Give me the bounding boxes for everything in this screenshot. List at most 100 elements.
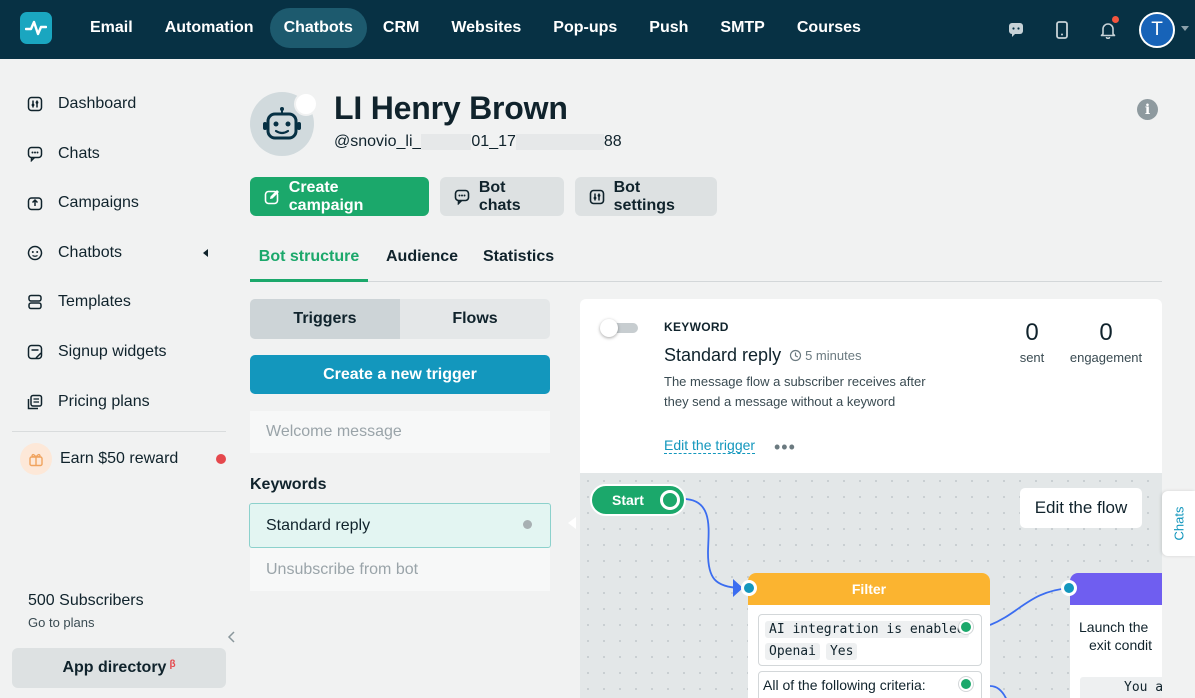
- trigger-details: KEYWORD Standard reply 5 minutes The mes…: [580, 299, 1162, 473]
- bot-handle-part: 01_17: [471, 133, 516, 150]
- info-icon[interactable]: i: [1137, 99, 1158, 120]
- condition-token: Yes: [825, 643, 858, 660]
- sidebar-item-templates[interactable]: Templates: [12, 282, 226, 322]
- nav-popups[interactable]: Pop-ups: [537, 8, 633, 48]
- page-title: LI Henry Brown: [334, 90, 568, 126]
- condition-values: Openai Yes: [765, 643, 858, 660]
- dashboard-icon: [26, 95, 44, 113]
- selection-pointer: [568, 517, 576, 529]
- redacted-block: [515, 134, 604, 150]
- trigger-welcome-message[interactable]: Welcome message: [250, 411, 550, 453]
- condition-token: Openai: [765, 643, 820, 660]
- edit-flow-button[interactable]: Edit the flow: [1020, 488, 1142, 528]
- sidebar-item-label: Dashboard: [58, 95, 137, 112]
- sidebar-divider: [12, 431, 226, 432]
- sidebar: Dashboard Chats Campaigns Chatbots Templ…: [0, 59, 240, 698]
- chat-icon: [453, 188, 471, 206]
- nav-chatbots[interactable]: Chatbots: [269, 8, 367, 48]
- node-text-line: Launch the: [1079, 619, 1149, 635]
- input-port[interactable]: [1061, 580, 1077, 596]
- nav-courses[interactable]: Courses: [781, 8, 877, 48]
- app-logo[interactable]: [20, 12, 52, 44]
- output-port[interactable]: [660, 490, 680, 510]
- bot-handle: @snovio_li_ 01_17 88: [334, 133, 622, 151]
- stat-sent-value: 0: [1025, 319, 1039, 346]
- nav-smtp[interactable]: SMTP: [704, 8, 780, 48]
- notification-dot: [1112, 16, 1119, 23]
- exit-condition-node[interactable]: Launch the exit condit You a: [1070, 573, 1162, 698]
- chat-support-icon[interactable]: [993, 0, 1039, 59]
- keywords-heading: Keywords: [250, 476, 327, 493]
- start-label: Start: [612, 492, 644, 508]
- tab-audience[interactable]: Audience: [386, 232, 458, 282]
- sidebar-item-label: Signup widgets: [58, 343, 167, 360]
- sidebar-item-pricing-plans[interactable]: Pricing plans: [12, 382, 226, 422]
- campaign-icon: [26, 194, 44, 212]
- input-port[interactable]: [741, 580, 757, 596]
- sidebar-item-earn-reward[interactable]: Earn $50 reward: [12, 439, 226, 479]
- collapse-sidebar-icon[interactable]: [226, 630, 238, 644]
- subscribers-count: 500 Subscribers: [28, 592, 144, 609]
- create-campaign-label: Create campaign: [288, 178, 364, 214]
- segment-triggers[interactable]: Triggers: [250, 299, 400, 339]
- sidebar-item-signup-widgets[interactable]: Signup widgets: [12, 332, 226, 372]
- tab-bot-structure[interactable]: Bot structure: [250, 232, 368, 282]
- trigger-standard-reply[interactable]: Standard reply: [249, 503, 551, 548]
- node-text-line: exit condit: [1089, 637, 1153, 653]
- filter-condition: All of the following criteria:: [758, 671, 982, 698]
- collapse-caret-icon[interactable]: [203, 249, 208, 257]
- app-directory-button[interactable]: App directory β: [12, 648, 226, 688]
- create-campaign-button[interactable]: Create campaign: [250, 177, 429, 216]
- bot-chats-label: Bot chats: [478, 178, 521, 214]
- user-avatar[interactable]: T: [1139, 11, 1175, 48]
- output-port[interactable]: [959, 677, 973, 691]
- flow-canvas[interactable]: Start Edit the flow Filter AI integratio…: [580, 473, 1162, 698]
- edit-trigger-link[interactable]: Edit the trigger: [664, 437, 756, 454]
- nav-email[interactable]: Email: [74, 8, 149, 48]
- filter-node[interactable]: Filter AI integration is enabled Openai …: [748, 573, 990, 698]
- start-node[interactable]: Start: [590, 484, 686, 516]
- nav-push[interactable]: Push: [633, 8, 704, 48]
- triggers-flows-switch: Triggers Flows: [250, 299, 550, 339]
- nav-crm[interactable]: CRM: [367, 8, 435, 48]
- trigger-toggle[interactable]: [600, 319, 638, 337]
- trigger-unsubscribe[interactable]: Unsubscribe from bot: [250, 548, 550, 591]
- chats-side-tab[interactable]: Chats: [1162, 491, 1195, 556]
- sidebar-item-dashboard[interactable]: Dashboard: [12, 84, 226, 124]
- output-port[interactable]: [959, 620, 973, 634]
- filter-title: Filter: [748, 573, 990, 605]
- mobile-icon[interactable]: [1039, 0, 1085, 59]
- bot-chats-button[interactable]: Bot chats: [440, 177, 564, 216]
- tab-statistics[interactable]: Statistics: [483, 232, 554, 282]
- bot-settings-label: Bot settings: [613, 178, 675, 214]
- gift-icon: [20, 443, 52, 475]
- redacted-block: [421, 134, 472, 150]
- bot-status-indicator: [294, 92, 318, 116]
- sidebar-item-chatbots[interactable]: Chatbots: [12, 233, 226, 273]
- filter-condition: AI integration is enabled Openai Yes: [758, 614, 982, 666]
- segment-flows[interactable]: Flows: [400, 299, 550, 339]
- pulse-icon: [25, 20, 47, 36]
- sidebar-item-label: Templates: [58, 293, 131, 310]
- more-options-icon[interactable]: •••: [774, 437, 796, 458]
- sidebar-item-label: Chatbots: [58, 244, 123, 261]
- sidebar-item-chats[interactable]: Chats: [12, 134, 226, 174]
- sidebar-item-label: Campaigns: [58, 194, 139, 211]
- bot-icon: [26, 244, 44, 262]
- chat-icon: [26, 145, 44, 163]
- go-to-plans-link[interactable]: Go to plans: [28, 615, 95, 630]
- nav-automation[interactable]: Automation: [149, 8, 270, 48]
- pricing-icon: [26, 393, 44, 411]
- bell-icon[interactable]: [1085, 0, 1131, 59]
- trigger-time: 5 minutes: [789, 348, 861, 363]
- trigger-label: Standard reply: [266, 516, 371, 534]
- trigger-time-text: 5 minutes: [805, 348, 862, 363]
- nav-websites[interactable]: Websites: [435, 8, 537, 48]
- sidebar-item-label: Chats: [58, 145, 100, 162]
- create-trigger-button[interactable]: Create a new trigger: [250, 355, 550, 394]
- chevron-down-icon[interactable]: [1181, 26, 1189, 31]
- templates-icon: [26, 293, 44, 311]
- reward-dot: [216, 454, 226, 464]
- bot-settings-button[interactable]: Bot settings: [575, 177, 717, 216]
- sidebar-item-campaigns[interactable]: Campaigns: [12, 183, 226, 223]
